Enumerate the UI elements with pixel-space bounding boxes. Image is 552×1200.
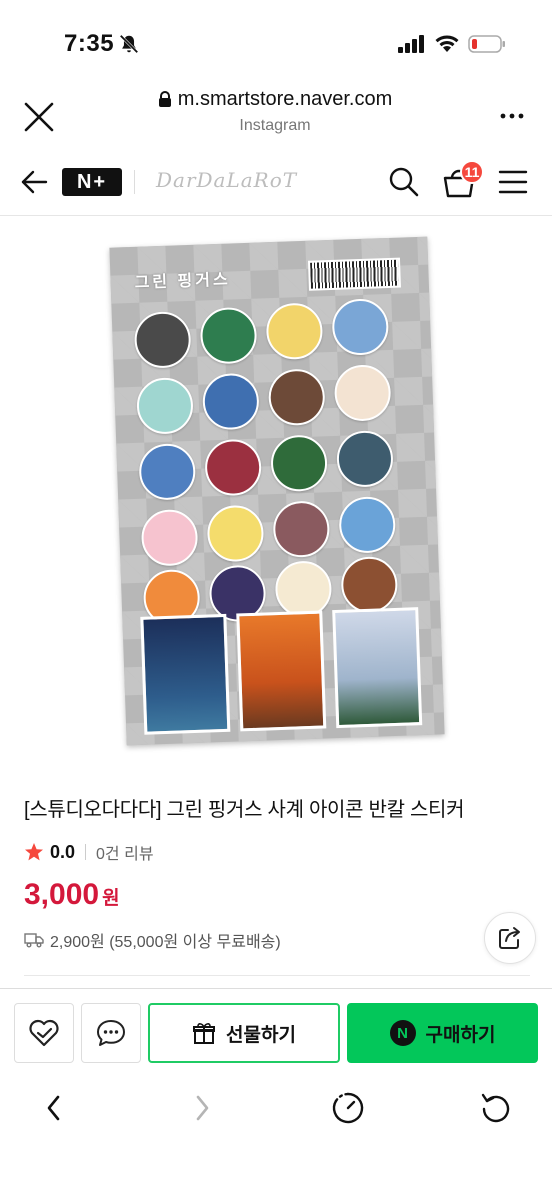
rating-row[interactable]: 0.0 0건 리뷰 — [24, 840, 154, 864]
chat-icon — [97, 1020, 125, 1046]
toolbar-reload-button[interactable] — [478, 1090, 514, 1126]
browser-header: m.smartstore.naver.com Instagram — [0, 82, 552, 148]
battery-low-icon — [468, 35, 505, 53]
photo-fireworks — [140, 613, 231, 735]
purchase-action-bar: 선물하기 N 구매하기 — [0, 988, 552, 1074]
buy-button[interactable]: N 구매하기 — [347, 1003, 538, 1063]
more-icon[interactable] — [500, 112, 524, 120]
url-text: m.smartstore.naver.com — [177, 88, 393, 110]
talk-button[interactable] — [81, 1003, 141, 1063]
lock-icon — [158, 91, 171, 107]
price-row: 3,000 원 — [24, 878, 120, 912]
heart-check-icon — [29, 1019, 59, 1047]
timer-icon — [332, 1092, 364, 1124]
toolbar-back-button[interactable] — [36, 1090, 72, 1126]
wifi-icon — [435, 35, 459, 52]
naver-pay-badge: N — [389, 1020, 416, 1046]
status-time: 7:35 — [64, 30, 115, 57]
share-icon — [499, 927, 520, 949]
url-bar[interactable]: m.smartstore.naver.com Instagram — [130, 88, 420, 135]
browser-toolbar — [0, 1074, 552, 1140]
gift-label: 선물하기 — [226, 1024, 296, 1046]
cart-count-badge: 11 — [460, 160, 484, 184]
store-nav: N+ DarDaLaRoT 11 — [0, 148, 552, 216]
back-arrow-icon[interactable] — [20, 168, 48, 196]
forward-chevron-icon — [196, 1095, 209, 1121]
search-icon[interactable] — [388, 166, 420, 198]
star-icon — [25, 843, 43, 861]
toolbar-timer-button[interactable] — [330, 1090, 366, 1126]
nav-divider — [134, 170, 135, 194]
product-title: [스튜디오다다다] 그린 핑거스 사계 아이콘 반칼 스티커 — [24, 799, 465, 821]
signal-icon — [398, 35, 424, 53]
bell-slash-icon — [119, 34, 139, 54]
price-unit: 원 — [102, 888, 120, 909]
rating-score: 0.0 — [50, 841, 76, 862]
wish-button[interactable] — [14, 1003, 74, 1063]
barcode — [307, 257, 401, 291]
naver-plus-logo[interactable]: N+ — [62, 168, 122, 196]
status-bar: 7:35 — [0, 0, 552, 88]
review-count[interactable]: 0건 리뷰 — [96, 840, 154, 864]
sheet-title: 그린 핑거스 — [134, 271, 231, 292]
buy-label: 구매하기 — [425, 1024, 496, 1046]
photo-winter-window — [332, 607, 423, 729]
photo-autumn-trees — [236, 610, 327, 732]
share-button[interactable] — [484, 912, 536, 964]
gift-button[interactable]: 선물하기 — [148, 1003, 340, 1063]
menu-icon[interactable] — [498, 168, 528, 196]
close-icon[interactable] — [22, 100, 56, 134]
info-divider — [24, 975, 530, 976]
product-image[interactable]: 그린 핑거스 — [109, 236, 445, 746]
reload-icon — [481, 1093, 510, 1123]
price-value: 3,000 — [24, 878, 100, 911]
shipping-text: 2,900원 (55,000원 이상 무료배송) — [50, 934, 281, 951]
truck-icon — [24, 933, 44, 948]
toolbar-forward-button[interactable] — [184, 1090, 220, 1126]
gift-icon — [193, 1023, 216, 1044]
shipping-row: 2,900원 (55,000원 이상 무료배송) — [24, 928, 281, 952]
rating-divider — [85, 844, 87, 860]
store-logo[interactable]: DarDaLaRoT — [156, 168, 297, 192]
back-chevron-icon — [47, 1095, 60, 1121]
url-source: Instagram — [239, 117, 311, 134]
